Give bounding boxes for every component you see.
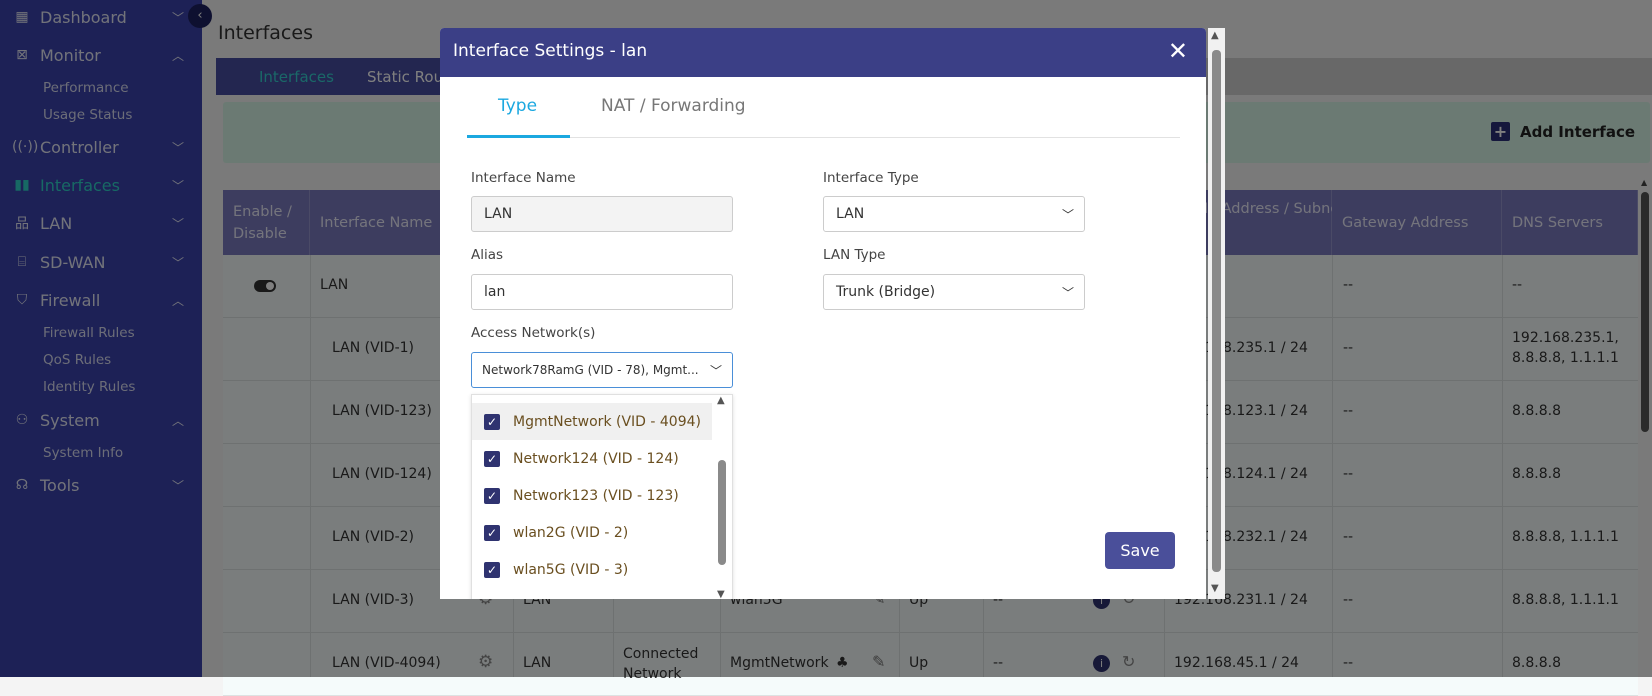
modal-header: Interface Settings - lan ✕ (440, 28, 1206, 77)
close-icon[interactable]: ✕ (1168, 37, 1188, 65)
checkbox-checked-icon[interactable]: ✓ (484, 561, 500, 578)
access-networks-dropdown: ✓ MgmtNetwork (VID - 4094) ✓ Network124 (V… (471, 394, 733, 599)
checkbox-checked-icon[interactable]: ✓ (484, 487, 500, 504)
modal-title: Interface Settings - lan (453, 41, 648, 61)
active-tab-indicator (467, 135, 570, 138)
modal-scrollbar[interactable]: ▲ ▼ (1208, 28, 1225, 599)
chevron-down-icon: ﹀ (1061, 285, 1074, 300)
checkbox-checked-icon[interactable]: ✓ (484, 524, 500, 541)
interface-name-input[interactable]: LAN (471, 196, 733, 232)
chevron-down-icon: ﹀ (709, 363, 722, 378)
option-wlan5g[interactable]: ✓ wlan5G (VID - 3) (472, 551, 712, 588)
lan-type-select[interactable]: Trunk (Bridge) ﹀ (823, 274, 1085, 310)
access-networks-select[interactable]: Network78RamG (VID - 78), Mgmt... ﹀ (471, 352, 733, 388)
save-button[interactable]: Save (1105, 532, 1175, 569)
tab-divider (467, 137, 1180, 138)
dropdown-scrollbar[interactable]: ▲ ▼ (715, 395, 729, 599)
checkbox-checked-icon[interactable]: ✓ (484, 413, 500, 430)
interface-settings-modal: Interface Settings - lan ✕ Type NAT / Fo… (440, 28, 1206, 599)
option-network123[interactable]: ✓ Network123 (VID - 123) (472, 477, 712, 514)
tab-type[interactable]: Type (498, 96, 537, 116)
option-network124[interactable]: ✓ Network124 (VID - 124) (472, 440, 712, 477)
chevron-down-icon: ﹀ (1061, 207, 1074, 222)
option-wlan2g[interactable]: ✓ wlan2G (VID - 2) (472, 514, 712, 551)
access-networks-label: Access Network(s) (471, 325, 596, 341)
interface-type-label: Interface Type (823, 170, 919, 186)
lan-type-label: LAN Type (823, 247, 886, 263)
alias-label: Alias (471, 247, 504, 263)
tab-nat-forwarding[interactable]: NAT / Forwarding (601, 96, 746, 116)
interface-type-select[interactable]: LAN ﹀ (823, 196, 1085, 232)
option-mgmtnetwork[interactable]: ✓ MgmtNetwork (VID - 4094) (472, 403, 712, 440)
interface-name-label: Interface Name (471, 170, 576, 186)
alias-input[interactable]: lan (471, 274, 733, 310)
checkbox-checked-icon[interactable]: ✓ (484, 450, 500, 467)
